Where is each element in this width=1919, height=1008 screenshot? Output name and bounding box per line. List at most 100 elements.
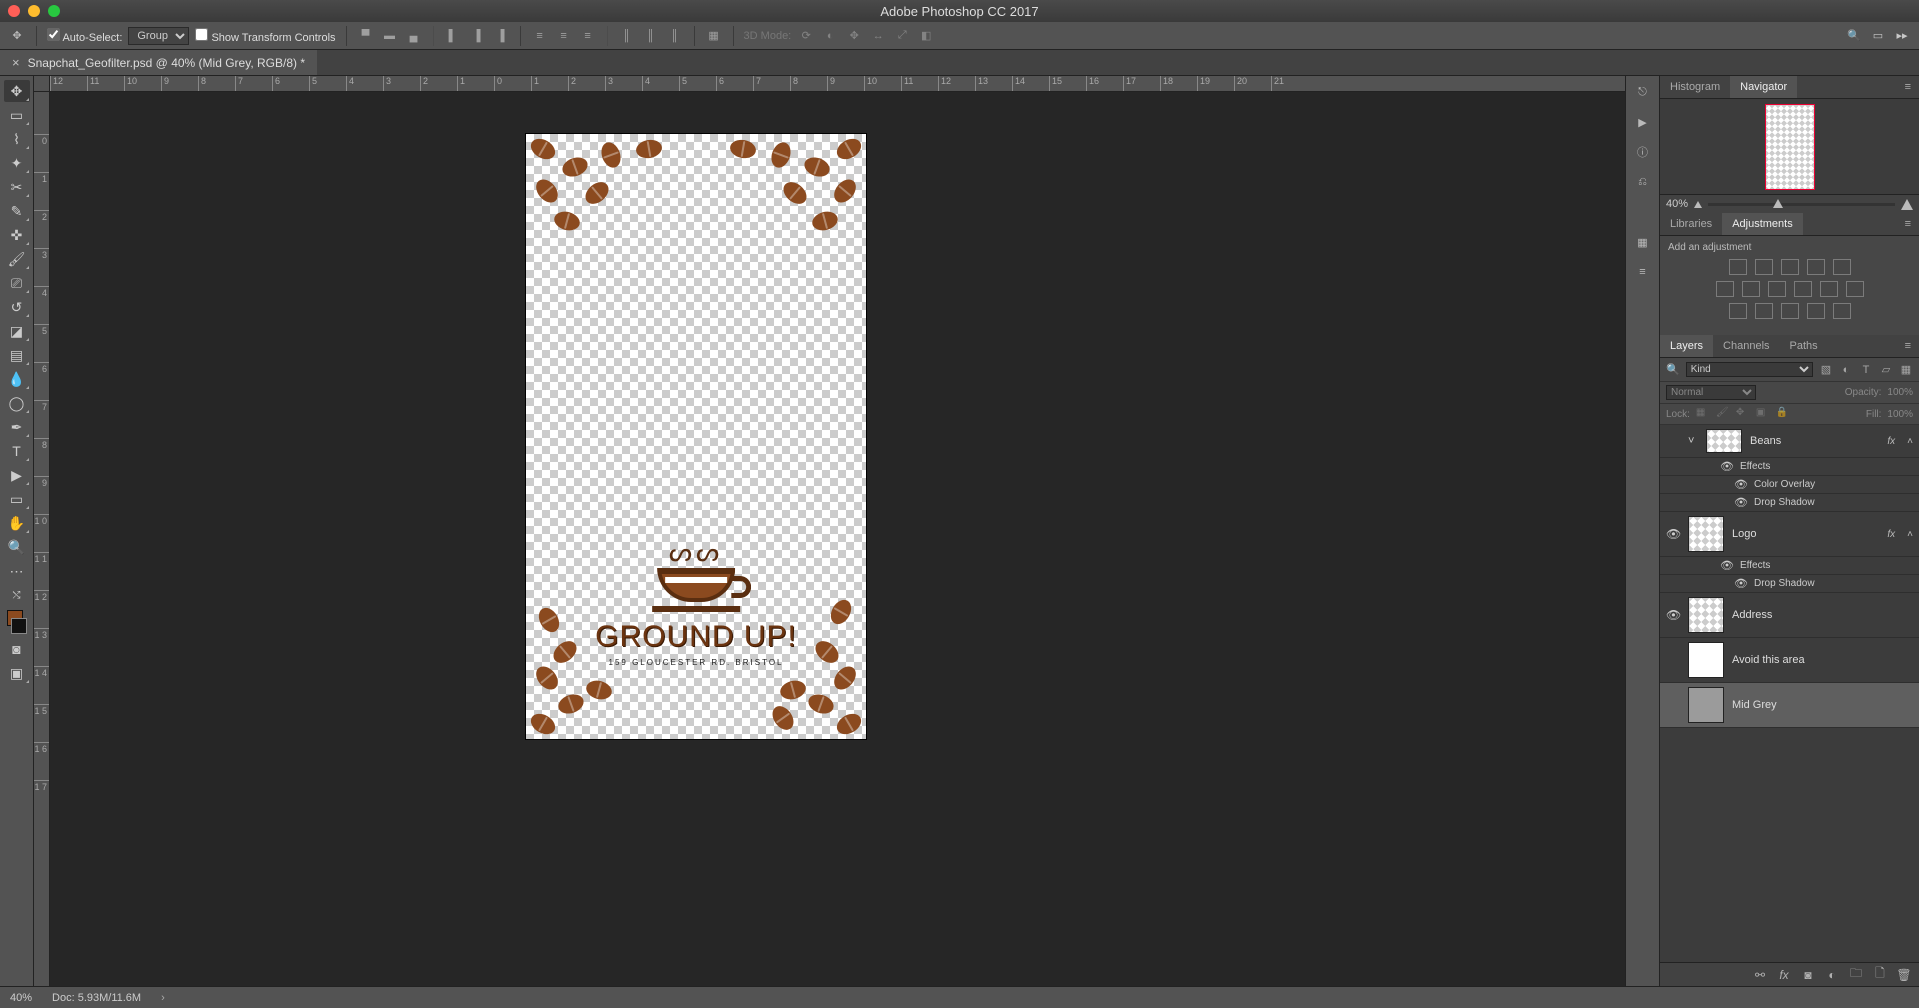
layer-row[interactable]: ˅Beansfx˄: [1660, 425, 1919, 458]
tab-paths[interactable]: Paths: [1780, 335, 1828, 357]
zoom-tool[interactable]: 🔍: [4, 536, 30, 558]
eyedropper-tool[interactable]: ✎: [4, 200, 30, 222]
layer-name[interactable]: Beans: [1750, 435, 1879, 447]
effect-item[interactable]: 👁Drop Shadow: [1660, 575, 1919, 593]
new-group-icon[interactable]: 🗀: [1849, 968, 1863, 982]
zoom-slider[interactable]: [1708, 203, 1895, 206]
add-fx-icon[interactable]: fx: [1777, 968, 1791, 982]
canvas-viewport[interactable]: ᔕᔕ GROUND UP! 159 GLOUCESTER RD. BRISTOL: [50, 92, 1625, 986]
distribute-hcenter-icon[interactable]: ║: [642, 28, 660, 44]
layer-name[interactable]: Address: [1732, 609, 1913, 621]
lock-artboard-icon[interactable]: ▣: [1756, 407, 1770, 421]
adj-exposure-icon[interactable]: [1807, 259, 1825, 275]
auto-align-icon[interactable]: ▦: [705, 28, 723, 44]
adj-posterize-icon[interactable]: [1755, 303, 1773, 319]
adj-channel-mixer-icon[interactable]: [1820, 281, 1838, 297]
distribute-top-icon[interactable]: ≡: [531, 28, 549, 44]
tab-navigator[interactable]: Navigator: [1730, 76, 1797, 98]
dock-icon-3[interactable]: ⓘ: [1633, 142, 1653, 162]
close-window-button[interactable]: [8, 5, 20, 17]
adj-photo-filter-icon[interactable]: [1794, 281, 1812, 297]
navigator-preview[interactable]: [1660, 99, 1919, 194]
dock-icon-6[interactable]: ≡: [1633, 262, 1653, 282]
minimize-window-button[interactable]: [28, 5, 40, 17]
path-select-tool[interactable]: ▶: [4, 464, 30, 486]
panel-menu-icon[interactable]: ≡: [1897, 335, 1919, 357]
layer-row[interactable]: Mid Grey: [1660, 683, 1919, 728]
screen-mode-icon[interactable]: ▣: [4, 662, 30, 684]
align-hcenter-icon[interactable]: ▐: [468, 28, 486, 44]
layer-visibility-toggle[interactable]: 👁: [1666, 527, 1680, 541]
add-adjustment-icon[interactable]: ◐: [1825, 968, 1839, 982]
workspace-icon[interactable]: ▭: [1869, 27, 1887, 45]
dock-icon-2[interactable]: ▶: [1633, 112, 1653, 132]
fx-visibility-toggle[interactable]: 👁: [1720, 460, 1732, 473]
gradient-tool[interactable]: ▤: [4, 344, 30, 366]
lock-pixel-icon[interactable]: 🖌: [1716, 407, 1730, 421]
fx-visibility-toggle[interactable]: 👁: [1734, 478, 1746, 491]
blur-tool[interactable]: 💧: [4, 368, 30, 390]
filter-type-icon[interactable]: T: [1859, 363, 1873, 377]
fx-visibility-toggle[interactable]: 👁: [1734, 496, 1746, 509]
show-transform-checkbox[interactable]: Show Transform Controls: [195, 28, 335, 44]
layer-row[interactable]: 👁Logofx˄: [1660, 512, 1919, 557]
layer-kind-select[interactable]: Kind: [1686, 362, 1813, 377]
fx-visibility-toggle[interactable]: 👁: [1720, 559, 1732, 572]
adj-hue-icon[interactable]: [1716, 281, 1734, 297]
layer-row[interactable]: Avoid this area: [1660, 638, 1919, 683]
lasso-tool[interactable]: ⌇: [4, 128, 30, 150]
align-right-icon[interactable]: ▐: [492, 28, 510, 44]
panel-menu-icon[interactable]: ≡: [1897, 213, 1919, 235]
auto-select-checkbox[interactable]: Auto-Select:: [47, 28, 122, 44]
quick-mask-icon[interactable]: ◙: [4, 638, 30, 660]
adj-bw-icon[interactable]: [1768, 281, 1786, 297]
distribute-bottom-icon[interactable]: ≡: [579, 28, 597, 44]
ruler-vertical[interactable]: 01234567891 01 11 21 31 41 51 61 7: [34, 92, 50, 986]
adj-brightness-icon[interactable]: [1729, 259, 1747, 275]
tab-adjustments[interactable]: Adjustments: [1722, 213, 1803, 235]
history-brush-tool[interactable]: ↺: [4, 296, 30, 318]
tab-layers[interactable]: Layers: [1660, 335, 1713, 357]
chevron-icon[interactable]: ˄: [1907, 436, 1913, 447]
layer-list[interactable]: ˅Beansfx˄👁Effects👁Color Overlay👁Drop Sha…: [1660, 425, 1919, 962]
document-tab[interactable]: × Snapchat_Geofilter.psd @ 40% (Mid Grey…: [0, 50, 317, 75]
add-mask-icon[interactable]: ◙: [1801, 968, 1815, 982]
filter-adjust-icon[interactable]: ◐: [1839, 363, 1853, 377]
adj-lookup-icon[interactable]: [1846, 281, 1864, 297]
crop-tool[interactable]: ✂: [4, 176, 30, 198]
chevron-icon[interactable]: ˄: [1907, 529, 1913, 540]
navigator-zoom-value[interactable]: 40%: [1666, 198, 1688, 210]
lock-transparency-icon[interactable]: ▦: [1696, 407, 1710, 421]
adj-gradient-map-icon[interactable]: [1807, 303, 1825, 319]
blend-mode-select[interactable]: Normal: [1666, 385, 1756, 400]
search-icon[interactable]: 🔍: [1845, 27, 1863, 45]
opacity-value[interactable]: 100%: [1887, 387, 1913, 398]
align-top-icon[interactable]: ▀: [357, 28, 375, 44]
dock-icon-5[interactable]: ▦: [1633, 232, 1653, 252]
swap-colors-icon[interactable]: ⤭: [4, 584, 30, 606]
move-tool[interactable]: ✥: [4, 80, 30, 102]
align-vcenter-icon[interactable]: ▬: [381, 28, 399, 44]
fx-visibility-toggle[interactable]: 👁: [1734, 577, 1746, 590]
effects-row[interactable]: 👁Effects: [1660, 458, 1919, 476]
filter-smart-icon[interactable]: ▦: [1899, 363, 1913, 377]
tab-libraries[interactable]: Libraries: [1660, 213, 1722, 235]
effect-item[interactable]: 👁Drop Shadow: [1660, 494, 1919, 512]
distribute-right-icon[interactable]: ║: [666, 28, 684, 44]
close-tab-icon[interactable]: ×: [12, 55, 20, 70]
adj-invert-icon[interactable]: [1729, 303, 1747, 319]
adj-levels-icon[interactable]: [1755, 259, 1773, 275]
layer-name[interactable]: Mid Grey: [1732, 699, 1913, 711]
adj-balance-icon[interactable]: [1742, 281, 1760, 297]
distribute-left-icon[interactable]: ║: [618, 28, 636, 44]
type-tool[interactable]: T: [4, 440, 30, 462]
effects-row[interactable]: 👁Effects: [1660, 557, 1919, 575]
shape-tool[interactable]: ▭: [4, 488, 30, 510]
magic-wand-tool[interactable]: ✦: [4, 152, 30, 174]
tab-histogram[interactable]: Histogram: [1660, 76, 1730, 98]
dodge-tool[interactable]: ◯: [4, 392, 30, 414]
eraser-tool[interactable]: ◪: [4, 320, 30, 342]
zoom-in-icon[interactable]: [1901, 199, 1913, 210]
ruler-horizontal[interactable]: 1211109876543210123456789101112131415161…: [50, 76, 1625, 92]
align-left-icon[interactable]: ▌: [444, 28, 462, 44]
